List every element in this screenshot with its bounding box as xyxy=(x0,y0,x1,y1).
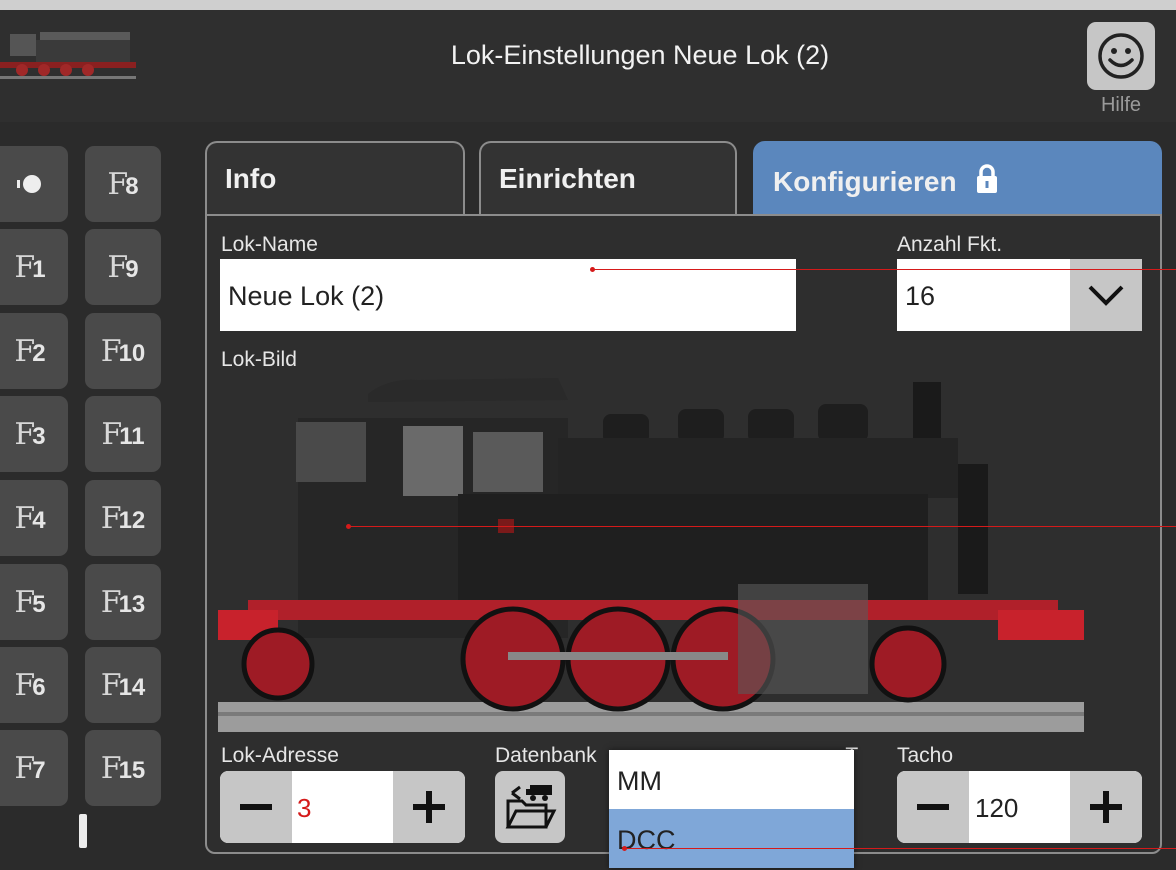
tab-konfigurieren-label: Konfigurieren xyxy=(773,166,957,197)
function-f1-button[interactable]: F1 xyxy=(0,229,68,305)
scroll-indicator[interactable] xyxy=(79,814,87,848)
callout-line-protocol xyxy=(624,848,1176,849)
function-f15-button[interactable]: F 15 xyxy=(85,730,161,806)
folder-loco-icon xyxy=(505,785,557,829)
function-f10-button[interactable]: F 10 xyxy=(85,313,161,389)
protocol-option-dcc[interactable]: DCC xyxy=(609,809,854,868)
tacho-increment-button[interactable] xyxy=(1070,771,1142,843)
tab-info-label: Info xyxy=(225,163,277,194)
minus-icon xyxy=(240,804,272,810)
function-f6-button[interactable]: F6 xyxy=(0,647,68,723)
function-f5-button[interactable]: F5 xyxy=(0,564,68,640)
help-button[interactable] xyxy=(1087,22,1155,90)
tab-einrichten-label: Einrichten xyxy=(499,163,636,194)
protocol-option-mm[interactable]: MM xyxy=(609,750,854,809)
lok-name-label: Lok-Name xyxy=(221,233,318,256)
minus-icon xyxy=(917,804,949,810)
tab-konfigurieren[interactable]: Konfigurieren xyxy=(753,141,1162,215)
function-count-value: 16 xyxy=(905,281,936,311)
page-title: Lok-Einstellungen Neue Lok (2) xyxy=(450,40,830,70)
tacho-value[interactable]: 120 xyxy=(975,793,1018,824)
database-button[interactable] xyxy=(495,771,565,843)
address-decrement-button[interactable] xyxy=(220,771,292,843)
loco-image[interactable] xyxy=(218,374,1084,736)
help-label: Hilfe xyxy=(1100,94,1141,116)
tab-einrichten[interactable]: Einrichten xyxy=(479,141,737,215)
address-value[interactable]: 3 xyxy=(297,793,311,824)
function-f4-button[interactable]: F4 xyxy=(0,480,68,556)
callout-line-name xyxy=(592,269,1176,270)
address-label: Lok-Adresse xyxy=(221,744,339,767)
function-f9-button[interactable]: F9 xyxy=(85,229,161,305)
callout-line-image xyxy=(348,526,1176,527)
headlight-icon xyxy=(17,175,41,193)
function-f2-button[interactable]: F2 xyxy=(0,313,68,389)
lock-icon xyxy=(977,164,998,193)
plus-icon xyxy=(413,791,445,823)
tacho-label: Tacho xyxy=(897,744,954,767)
tacho-decrement-button[interactable] xyxy=(897,771,969,843)
function-count-label: Anzahl Fkt. xyxy=(897,233,1003,256)
function-f14-button[interactable]: F 14 xyxy=(85,647,161,723)
function-light-button[interactable] xyxy=(0,146,68,222)
function-f7-button[interactable]: F7 xyxy=(0,730,68,806)
chevron-down-icon xyxy=(1088,285,1124,306)
function-f13-button[interactable]: F 13 xyxy=(85,564,161,640)
function-f11-button[interactable]: F 11 xyxy=(85,396,161,472)
address-stepper: 3 xyxy=(220,771,465,843)
function-f12-button[interactable]: F 12 xyxy=(85,480,161,556)
protocol-dropdown: MM DCC xyxy=(609,750,854,868)
tacho-stepper: 120 xyxy=(897,771,1142,843)
address-increment-button[interactable] xyxy=(393,771,465,843)
loco-thumbnail[interactable] xyxy=(0,22,136,82)
tab-info[interactable]: Info xyxy=(205,141,465,215)
plus-icon xyxy=(1090,791,1122,823)
database-label-text: Datenbank xyxy=(495,744,603,767)
function-f3-button[interactable]: F3 xyxy=(0,396,68,472)
lok-image-label: Lok-Bild xyxy=(221,348,297,371)
top-strip xyxy=(0,0,1176,10)
smiley-icon xyxy=(1098,33,1144,79)
function-f8-button[interactable]: F8 xyxy=(85,146,161,222)
